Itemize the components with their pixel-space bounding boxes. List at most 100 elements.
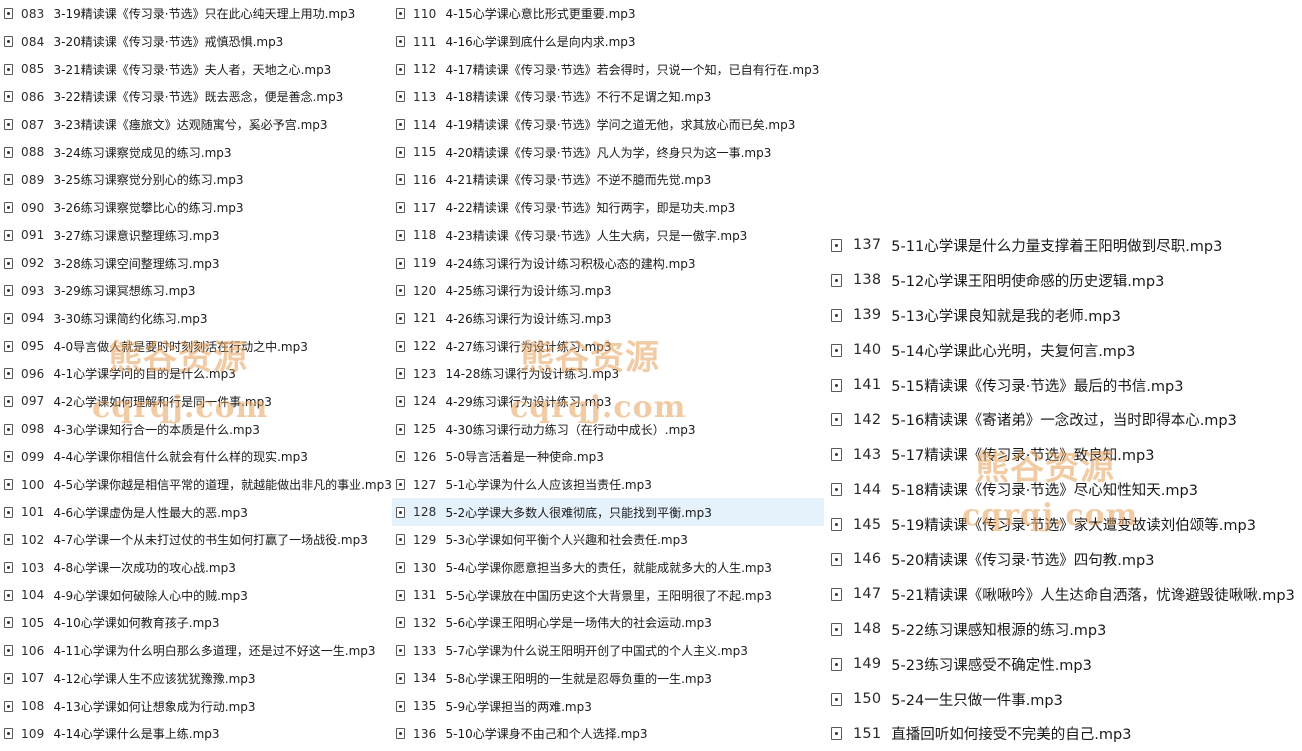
file-number: 134 <box>413 671 437 686</box>
file-list-item[interactable]: 144 5-18精读课《传习录·节选》尽心知性知天.mp3 <box>824 472 1302 507</box>
file-list-item[interactable]: 107 4-12心学课人生不应该犹犹豫豫.mp3 <box>0 665 392 693</box>
file-number: 148 <box>853 621 882 638</box>
file-number: 125 <box>413 422 437 437</box>
file-list-item[interactable]: 089 3-25练习课察觉分别心的练习.mp3 <box>0 166 392 194</box>
file-list-item[interactable]: 104 4-9心学课如何破除人心中的贼.mp3 <box>0 581 392 609</box>
file-number: 132 <box>413 615 437 630</box>
audio-file-icon <box>831 518 842 532</box>
file-list-item[interactable]: 146 5-20精读课《传习录·节选》四句教.mp3 <box>824 542 1302 577</box>
file-list-item[interactable]: 090 3-26练习课察觉攀比心的练习.mp3 <box>0 194 392 222</box>
file-list-item[interactable]: 101 4-6心学课虚伪是人性最大的恶.mp3 <box>0 498 392 526</box>
file-list-item[interactable]: 145 5-19精读课《传习录·节选》家大遭变故读刘伯颂等.mp3 <box>824 507 1302 542</box>
file-name: 4-12心学课人生不应该犹犹豫豫.mp3 <box>53 671 256 686</box>
file-list-item[interactable]: 138 5-12心学课王阳明使命感的历史逻辑.mp3 <box>824 263 1302 298</box>
file-name: 4-25练习课行为设计练习.mp3 <box>445 284 612 299</box>
file-list-item[interactable]: 120 4-25练习课行为设计练习.mp3 <box>392 277 824 305</box>
audio-file-icon <box>831 727 842 741</box>
file-list-item[interactable]: 098 4-3心学课知行合一的本质是什么.mp3 <box>0 415 392 443</box>
file-list-item[interactable]: 105 4-10心学课如何教育孩子.mp3 <box>0 609 392 637</box>
audio-file-icon <box>4 423 13 435</box>
file-list-item[interactable]: 096 4-1心学课学问的目的是什么.mp3 <box>0 360 392 388</box>
file-list-item[interactable]: 117 4-22精读课《传习录·节选》知行两字，即是功夫.mp3 <box>392 194 824 222</box>
file-list-item[interactable]: 094 3-30练习课简约化练习.mp3 <box>0 305 392 333</box>
file-list-item[interactable]: 132 5-6心学课王阳明心学是一场伟大的社会运动.mp3 <box>392 609 824 637</box>
file-list-item[interactable]: 125 4-30练习课行动力练习（在行动中成长）.mp3 <box>392 415 824 443</box>
file-list-item[interactable]: 137 5-11心学课是什么力量支撑着王阳明做到尽职.mp3 <box>824 228 1302 263</box>
file-list-item[interactable]: 102 4-7心学课一个从未打过仗的书生如何打赢了一场战役.mp3 <box>0 526 392 554</box>
audio-file-icon <box>396 285 405 297</box>
audio-file-icon <box>831 552 842 566</box>
audio-file-icon <box>831 587 842 601</box>
file-list-item[interactable]: 131 5-5心学课放在中国历史这个大背景里，王阳明很了不起.mp3 <box>392 581 824 609</box>
audio-file-icon <box>396 368 405 380</box>
file-list-item[interactable]: 113 4-18精读课《传习录·节选》不行不足谓之知.mp3 <box>392 83 824 111</box>
file-list-item[interactable]: 088 3-24练习课察觉成见的练习.mp3 <box>0 138 392 166</box>
file-list-item[interactable]: 134 5-8心学课王阳明的一生就是忍辱负重的一生.mp3 <box>392 665 824 693</box>
file-list-item[interactable]: 092 3-28练习课空间整理练习.mp3 <box>0 249 392 277</box>
file-list-item[interactable]: 115 4-20精读课《传习录·节选》凡人为学，终身只为这一事.mp3 <box>392 138 824 166</box>
file-list-item[interactable]: 133 5-7心学课为什么说王阳明开创了中国式的个人主义.mp3 <box>392 637 824 665</box>
file-list-item[interactable]: 142 5-16精读课《寄诸弟》一念改过，当时即得本心.mp3 <box>824 402 1302 437</box>
file-list-item[interactable]: 097 4-2心学课如何理解和行是同一件事.mp3 <box>0 388 392 416</box>
file-list-item[interactable]: 130 5-4心学课你愿意担当多大的责任，就能成就多大的人生.mp3 <box>392 554 824 582</box>
audio-file-icon <box>396 479 405 491</box>
file-list-item[interactable]: 111 4-16心学课到底什么是向内求.mp3 <box>392 28 824 56</box>
audio-file-icon <box>396 174 405 186</box>
file-name: 5-0导言活着是一种使命.mp3 <box>445 450 604 465</box>
file-list-item[interactable]: 149 5-23练习课感受不确定性.mp3 <box>824 647 1302 682</box>
file-list-item[interactable]: 141 5-15精读课《传习录·节选》最后的书信.mp3 <box>824 368 1302 403</box>
file-list-item[interactable]: 151 直播回听如何接受不完美的自己.mp3 <box>824 716 1302 751</box>
file-list-item[interactable]: 124 4-29练习课行为设计练习.mp3 <box>392 388 824 416</box>
file-list-item[interactable]: 114 4-19精读课《传习录·节选》学问之道无他，求其放心而已矣.mp3 <box>392 111 824 139</box>
file-list-item[interactable]: 116 4-21精读课《传习录·节选》不逆不臆而先觉.mp3 <box>392 166 824 194</box>
file-number: 147 <box>853 586 882 603</box>
file-list-item[interactable]: 093 3-29练习课冥想练习.mp3 <box>0 277 392 305</box>
file-list-item[interactable]: 136 5-10心学课身不由己和个人选择.mp3 <box>392 720 824 748</box>
file-number: 083 <box>21 6 45 21</box>
file-list-item[interactable]: 147 5-21精读课《啾啾吟》人生达命自洒落，忧谗避毁徒啾啾.mp3 <box>824 577 1302 612</box>
file-list-item[interactable]: 121 4-26练习课行为设计练习.mp3 <box>392 305 824 333</box>
file-list-item[interactable]: 109 4-14心学课什么是事上练.mp3 <box>0 720 392 748</box>
file-list-item[interactable]: 139 5-13心学课良知就是我的老师.mp3 <box>824 298 1302 333</box>
file-list-item[interactable]: 140 5-14心学课此心光明，夫复何言.mp3 <box>824 333 1302 368</box>
file-list-item[interactable]: 122 4-27练习课行为设计练习.mp3 <box>392 332 824 360</box>
file-list-item[interactable]: 135 5-9心学课担当的两难.mp3 <box>392 692 824 720</box>
audio-file-icon <box>4 146 13 158</box>
file-list-item[interactable]: 103 4-8心学课一次成功的攻心战.mp3 <box>0 554 392 582</box>
file-name: 4-6心学课虚伪是人性最大的恶.mp3 <box>53 505 248 520</box>
audio-file-icon <box>4 119 13 131</box>
file-list-item[interactable]: 086 3-22精读课《传习录·节选》既去恶念，便是善念.mp3 <box>0 83 392 111</box>
file-list-item[interactable]: 129 5-3心学课如何平衡个人兴趣和社会责任.mp3 <box>392 526 824 554</box>
file-number: 130 <box>413 560 437 575</box>
file-list-item[interactable]: 118 4-23精读课《传习录·节选》人生大病，只是一傲字.mp3 <box>392 222 824 250</box>
file-name: 5-20精读课《传习录·节选》四句教.mp3 <box>891 552 1155 569</box>
audio-file-icon <box>4 534 13 546</box>
file-list-item[interactable]: 119 4-24练习课行为设计练习积极心态的建构.mp3 <box>392 249 824 277</box>
file-list-item[interactable]: 110 4-15心学课心意比形式更重要.mp3 <box>392 0 824 28</box>
file-list-item[interactable]: 085 3-21精读课《传习录·节选》夫人者，天地之心.mp3 <box>0 55 392 83</box>
audio-file-icon <box>4 479 13 491</box>
file-list-item[interactable]: 148 5-22练习课感知根源的练习.mp3 <box>824 612 1302 647</box>
file-list-item[interactable]: 095 4-0导言做人就是要时时刻刻活在行动之中.mp3 <box>0 332 392 360</box>
audio-file-icon <box>4 645 13 657</box>
audio-file-icon <box>831 238 842 252</box>
file-list-item[interactable]: 106 4-11心学课为什么明白那么多道理，还是过不好这一生.mp3 <box>0 637 392 665</box>
file-list-item[interactable]: 126 5-0导言活着是一种使命.mp3 <box>392 443 824 471</box>
file-list-item[interactable]: 127 5-1心学课为什么人应该担当责任.mp3 <box>392 471 824 499</box>
file-list-item[interactable]: 091 3-27练习课意识整理练习.mp3 <box>0 222 392 250</box>
audio-file-icon <box>831 273 842 287</box>
file-list-item[interactable]: 084 3-20精读课《传习录·节选》戒慎恐惧.mp3 <box>0 28 392 56</box>
file-number: 116 <box>413 172 437 187</box>
file-number: 124 <box>413 394 437 409</box>
file-list-item[interactable]: 083 3-19精读课《传习录·节选》只在此心纯天理上用功.mp3 <box>0 0 392 28</box>
audio-file-icon <box>4 395 13 407</box>
file-list-item[interactable]: 100 4-5心学课你越是相信平常的道理，就越能做出非凡的事业.mp3 <box>0 471 392 499</box>
file-list-item[interactable]: 112 4-17精读课《传习录·节选》若会得时，只说一个知，已自有行在.mp3 <box>392 55 824 83</box>
file-list-item[interactable]: 108 4-13心学课如何让想象成为行动.mp3 <box>0 692 392 720</box>
file-list-item[interactable]: 143 5-17精读课《传习录·节选》致良知.mp3 <box>824 437 1302 472</box>
file-list-item[interactable]: 150 5-24一生只做一件事.mp3 <box>824 682 1302 717</box>
file-list-item[interactable]: 087 3-23精读课《瘗旅文》达观随寓兮，奚必予宫.mp3 <box>0 111 392 139</box>
file-list-item[interactable]: 099 4-4心学课你相信什么就会有什么样的现实.mp3 <box>0 443 392 471</box>
file-list-item[interactable]: 123 14-28练习课行为设计练习.mp3 <box>392 360 824 388</box>
file-list-item[interactable]: 128 5-2心学课大多数人很难彻底，只能找到平衡.mp3 <box>392 498 824 527</box>
